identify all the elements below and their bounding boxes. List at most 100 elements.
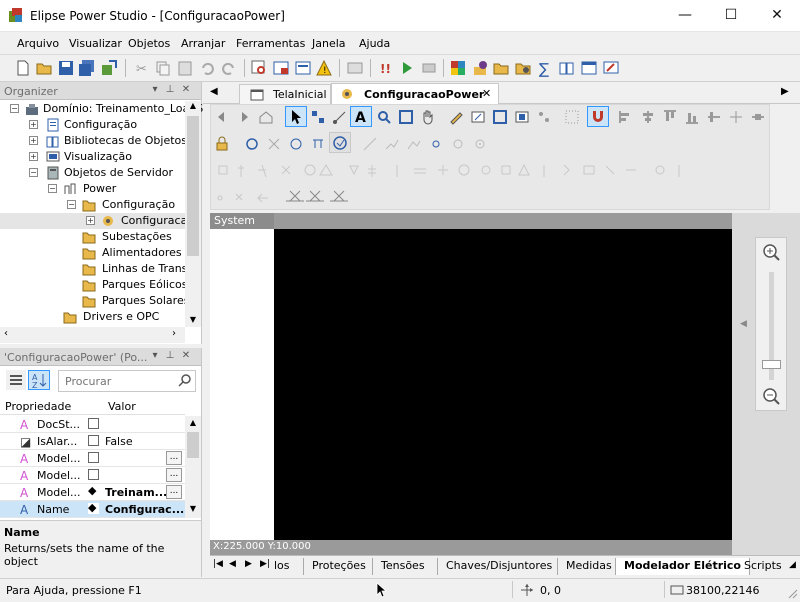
scroll-up-icon[interactable]: ▲ <box>185 418 201 427</box>
tree-item-bibliotecas[interactable]: + Bibliotecas de Objetos <box>29 133 189 149</box>
tab-layer-medidas[interactable]: Medidas <box>557 558 620 575</box>
snap-magnet-icon[interactable] <box>587 106 609 127</box>
search-input[interactable] <box>65 374 175 388</box>
tab-layer-chaves[interactable]: Chaves/Disjuntores <box>437 558 560 575</box>
redo-icon[interactable] <box>220 59 238 77</box>
objects-icon[interactable] <box>449 59 467 77</box>
references-icon[interactable] <box>294 59 312 77</box>
binding-icon[interactable] <box>88 452 99 463</box>
property-value[interactable]: False <box>105 435 133 448</box>
save-icon[interactable] <box>57 59 75 77</box>
tree-item-alimentadores[interactable]: Alimentadores <box>82 245 187 261</box>
binding-icon[interactable] <box>88 435 99 446</box>
generator-icon[interactable] <box>288 136 304 152</box>
back-icon[interactable] <box>214 109 230 125</box>
zoom-in-icon[interactable] <box>761 242 781 262</box>
target-icon[interactable] <box>472 136 488 152</box>
tree-item-power[interactable]: − Power <box>48 181 188 197</box>
menu-ajuda[interactable]: Ajuda <box>359 37 390 50</box>
binding-diamond-icon[interactable]: ◆ <box>88 485 99 497</box>
property-row[interactable]: A Model... ... <box>0 450 185 467</box>
expand-icon[interactable]: + <box>29 120 38 129</box>
scroll-down-icon[interactable]: ▼ <box>185 504 201 513</box>
load-icon[interactable] <box>310 136 326 152</box>
frame-icon[interactable] <box>492 109 508 125</box>
search-box[interactable] <box>58 370 196 392</box>
first-tab-icon[interactable]: |◀ <box>213 559 223 569</box>
library-icon[interactable] <box>558 59 576 77</box>
search-icon[interactable] <box>177 373 193 389</box>
property-value[interactable]: Configurac... <box>105 503 184 516</box>
expand-icon[interactable]: + <box>29 136 38 145</box>
sum-icon[interactable]: ∑ <box>536 59 554 78</box>
find-icon[interactable] <box>250 59 268 77</box>
collapse-icon[interactable]: − <box>67 200 76 209</box>
hand-icon[interactable] <box>420 109 436 125</box>
maximize-button[interactable]: ☐ <box>708 0 754 30</box>
save-all-icon[interactable] <box>78 59 96 77</box>
scroll-thumb[interactable] <box>187 432 199 458</box>
publish-icon[interactable] <box>100 59 118 77</box>
align-center-icon[interactable] <box>640 109 656 125</box>
menu-objetos[interactable]: Objetos <box>128 37 170 50</box>
property-row[interactable]: A Model... ◆ Treinam... ... <box>0 484 185 501</box>
tree-item-objetos-servidor[interactable]: − Objetos de Servidor <box>29 165 189 181</box>
folder-open-icon[interactable] <box>492 59 510 77</box>
tabs-scroll-left-icon[interactable]: ◀ <box>210 86 218 97</box>
dropdown-icon[interactable]: ▾ <box>149 350 161 362</box>
open-folder-icon[interactable] <box>35 59 53 77</box>
lock-icon[interactable] <box>214 136 230 152</box>
tab-layer-tensoes[interactable]: Tensões <box>372 558 433 575</box>
property-row-selected[interactable]: A Name ◆ Configurac... <box>0 501 185 518</box>
next-tab-icon[interactable]: ▶ <box>245 559 252 569</box>
grid-icon[interactable] <box>564 109 580 125</box>
tab-layer-partial[interactable]: los <box>266 558 298 575</box>
tab-close-icon[interactable]: ✕ <box>482 87 491 100</box>
server-objects-icon[interactable] <box>471 59 489 77</box>
align-middle-icon[interactable] <box>706 109 722 125</box>
dropdown-icon[interactable]: ▾ <box>149 84 161 96</box>
scroll-right-icon[interactable]: › <box>172 328 176 339</box>
tree-item-domain[interactable]: − Domínio: Treinamento_LoadS <box>10 101 203 117</box>
line-tool-icon[interactable] <box>362 136 378 152</box>
new-file-icon[interactable] <box>14 59 32 77</box>
paste-icon[interactable] <box>176 59 194 77</box>
binding-icon[interactable] <box>88 418 99 429</box>
screen-edit-icon[interactable] <box>602 59 620 77</box>
tab-layer-modelador-eletrico[interactable]: Modelador Elétrico <box>615 558 750 575</box>
edit-points-icon[interactable] <box>332 109 348 125</box>
pin-icon[interactable]: ⊥ <box>164 84 176 96</box>
property-row[interactable]: A DocSt... <box>0 416 185 433</box>
collapse-arrow-icon[interactable]: ◀ <box>740 319 747 329</box>
align-objects-icon[interactable] <box>536 109 552 125</box>
select-pointer-icon[interactable] <box>285 106 307 127</box>
ellipse-tool-icon[interactable] <box>244 136 260 152</box>
tabs-scroll-icon[interactable]: ◢ <box>789 560 796 570</box>
zoom-out-icon[interactable] <box>761 386 781 406</box>
scroll-left-icon[interactable]: ‹ <box>4 328 8 339</box>
run-icon[interactable] <box>398 59 416 77</box>
minimize-button[interactable]: — <box>662 0 708 30</box>
copy-icon[interactable] <box>154 59 172 77</box>
tree-item-configuracao-selected[interactable]: + Configuracao <box>0 213 194 229</box>
tree-item-linhas-transmissao[interactable]: Linhas de Transm <box>82 261 187 277</box>
menu-ferramentas[interactable]: Ferramentas <box>236 37 305 50</box>
tree-item-parques-eolicos[interactable]: Parques Eólicos <box>82 277 187 293</box>
folder-settings-icon[interactable] <box>514 59 532 77</box>
binding-diamond-icon[interactable]: ◆ <box>88 502 99 514</box>
collapse-icon[interactable]: − <box>10 104 19 113</box>
scroll-thumb[interactable] <box>187 116 199 256</box>
tree-item-configuracao[interactable]: + Configuração <box>29 117 189 133</box>
align-bottom-icon[interactable] <box>684 109 700 125</box>
zoom-slider-thumb[interactable] <box>762 360 781 369</box>
text-tool-icon[interactable]: A <box>350 106 372 127</box>
tab-layer-protecoes[interactable]: Proteções <box>303 558 374 575</box>
scroll-down-icon[interactable]: ▼ <box>185 315 201 327</box>
layers-icon[interactable] <box>514 109 530 125</box>
tree-item-visualizacao[interactable]: + Visualização <box>29 149 189 165</box>
collapse-icon[interactable]: − <box>29 168 38 177</box>
transformer-icon[interactable] <box>266 136 282 152</box>
tab-configuracaopower[interactable]: ConfiguracaoPower ✕ <box>331 83 499 105</box>
tree-item-configuracao-power[interactable]: − Configuração <box>67 197 187 213</box>
tree-item-parques-solares[interactable]: Parques Solares <box>82 293 189 309</box>
